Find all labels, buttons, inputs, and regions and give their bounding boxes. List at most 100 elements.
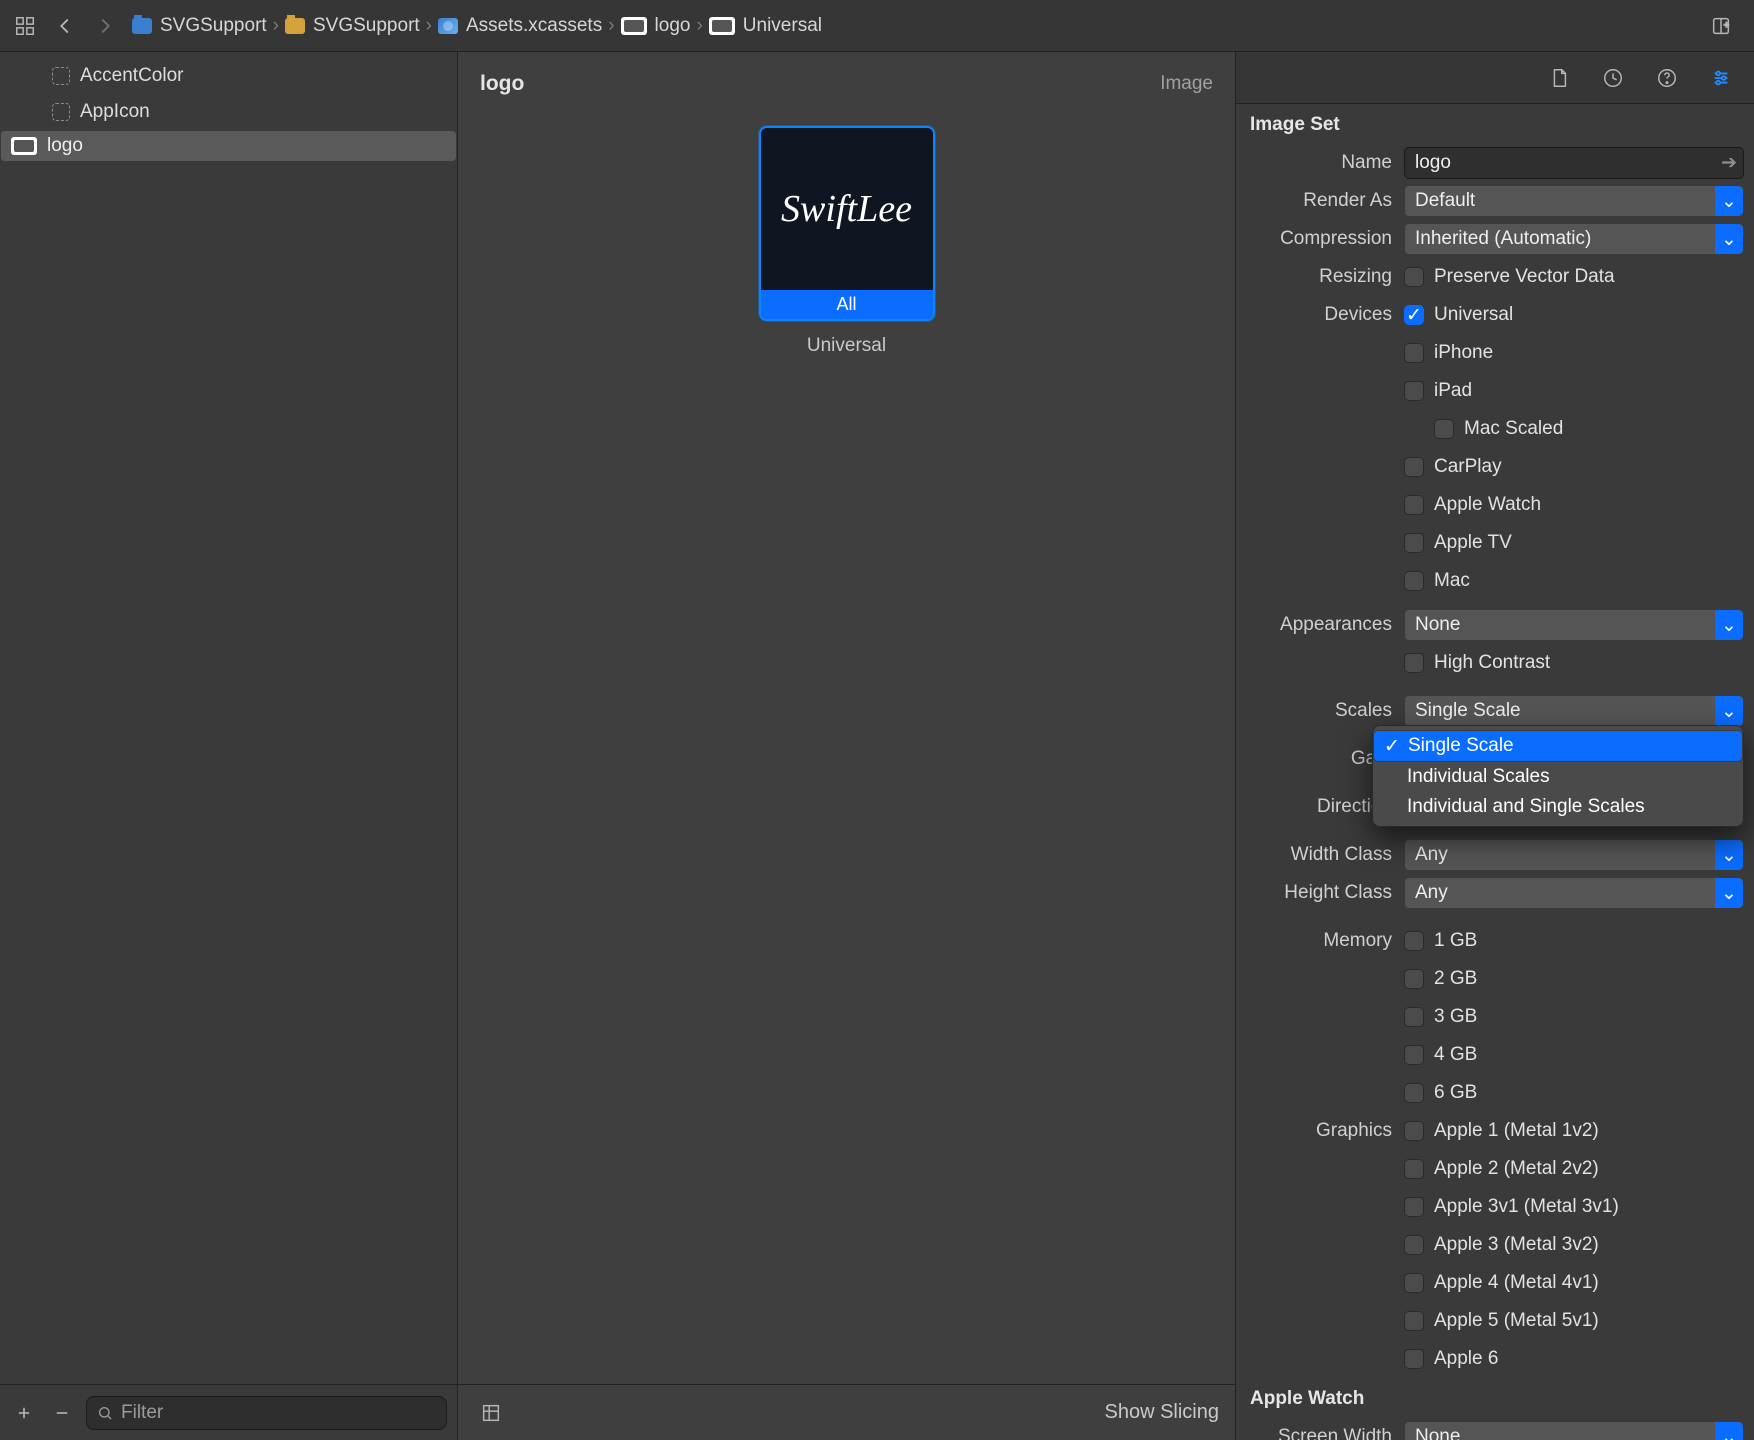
nav-forward-button[interactable] — [88, 9, 122, 43]
scales-option-individual[interactable]: Individual Scales — [1373, 762, 1743, 792]
chevron-down-icon: ⌄ — [1715, 186, 1743, 216]
device-watch-checkbox[interactable] — [1404, 495, 1424, 515]
asset-catalog-icon — [438, 18, 458, 34]
memory-3gb-checkbox[interactable] — [1404, 1007, 1424, 1027]
device-universal-checkbox[interactable]: ✓ — [1404, 305, 1424, 325]
widthclass-label: Width Class — [1236, 844, 1404, 866]
image-well-preview: SwiftLee — [761, 128, 933, 290]
chevron-down-icon: ⌄ — [1715, 696, 1743, 726]
asset-list-sidebar: AccentColor AppIcon logo — [0, 52, 458, 1440]
scales-option-single[interactable]: ✓Single Scale — [1373, 730, 1743, 762]
render-label: Render As — [1236, 190, 1404, 212]
graphics-0-checkbox[interactable] — [1404, 1121, 1424, 1141]
graphics-label: Graphics — [1236, 1120, 1404, 1142]
grid-icon[interactable] — [8, 9, 42, 43]
svg-text:+: + — [1724, 19, 1729, 29]
chevron-right-icon: › — [608, 15, 614, 37]
graphics-4-checkbox[interactable] — [1404, 1273, 1424, 1293]
device-iphone-checkbox[interactable] — [1404, 343, 1424, 363]
screenwidth-select[interactable]: None⌄ — [1404, 1421, 1744, 1440]
crumb-slot[interactable]: Universal — [709, 15, 822, 37]
resizing-label: Resizing — [1236, 266, 1404, 288]
section-applewatch: Apple Watch — [1236, 1378, 1754, 1418]
filter-icon — [97, 1405, 113, 1421]
breadcrumbs: SVGSupport › SVGSupport › Assets.xcasset… — [132, 15, 822, 37]
heightclass-label: Height Class — [1236, 882, 1404, 904]
image-well[interactable]: SwiftLee All — [759, 126, 935, 321]
device-tv-checkbox[interactable] — [1404, 533, 1424, 553]
device-macscaled-checkbox[interactable] — [1434, 419, 1454, 439]
compression-select[interactable]: Inherited (Automatic)⌄ — [1404, 223, 1744, 255]
check-icon: ✓ — [1384, 735, 1400, 758]
widthclass-select[interactable]: Any⌄ — [1404, 839, 1744, 871]
arrow-right-icon: ➔ — [1721, 152, 1737, 175]
graphics-1-checkbox[interactable] — [1404, 1159, 1424, 1179]
heightclass-select[interactable]: Any⌄ — [1404, 877, 1744, 909]
memory-6gb-checkbox[interactable] — [1404, 1083, 1424, 1103]
devices-label: Devices — [1236, 304, 1404, 326]
project-folder-icon — [132, 18, 152, 34]
crumb-assets[interactable]: Assets.xcassets — [438, 15, 602, 37]
appearances-label: Appearances — [1236, 614, 1404, 636]
crumb-imageset[interactable]: logo — [621, 15, 691, 37]
top-toolbar: SVGSupport › SVGSupport › Assets.xcasset… — [0, 0, 1754, 52]
graphics-6-checkbox[interactable] — [1404, 1349, 1424, 1369]
editor-type-label: Image — [1160, 73, 1213, 95]
device-carplay-checkbox[interactable] — [1404, 457, 1424, 477]
slicing-mode-button[interactable] — [474, 1396, 508, 1430]
image-icon — [621, 17, 647, 35]
chevron-down-icon: ⌄ — [1715, 610, 1743, 640]
graphics-2-checkbox[interactable] — [1404, 1197, 1424, 1217]
chevron-right-icon: › — [426, 15, 432, 37]
chevron-right-icon: › — [696, 15, 702, 37]
chevron-down-icon: ⌄ — [1715, 1422, 1743, 1440]
image-well-label: All — [761, 290, 933, 319]
filter-input[interactable]: Filter — [86, 1396, 447, 1430]
color-asset-icon — [52, 67, 70, 85]
scales-option-both[interactable]: Individual and Single Scales — [1373, 792, 1743, 822]
screenwidth-label: Screen Width — [1236, 1426, 1404, 1440]
scales-select[interactable]: Single Scale⌄ — [1404, 695, 1744, 727]
crumb-group[interactable]: SVGSupport — [285, 15, 420, 37]
chevron-down-icon: ⌄ — [1715, 840, 1743, 870]
graphics-5-checkbox[interactable] — [1404, 1311, 1424, 1331]
device-ipad-checkbox[interactable] — [1404, 381, 1424, 401]
group-folder-icon — [285, 18, 305, 34]
memory-2gb-checkbox[interactable] — [1404, 969, 1424, 989]
crumb-project[interactable]: SVGSupport — [132, 15, 267, 37]
history-inspector-tab[interactable] — [1596, 61, 1630, 95]
asset-item-accentcolor[interactable]: AccentColor — [0, 58, 457, 94]
scales-dropdown[interactable]: ✓Single Scale Individual Scales Individu… — [1372, 725, 1744, 827]
compression-label: Compression — [1236, 228, 1404, 250]
nav-back-button[interactable] — [48, 9, 82, 43]
file-inspector-tab[interactable] — [1542, 61, 1576, 95]
show-slicing-button[interactable]: Show Slicing — [1104, 1401, 1219, 1424]
inspector-panel: Image Set Name logo➔ Render As Default⌄ … — [1236, 52, 1754, 1440]
appicon-asset-icon — [52, 103, 70, 121]
chevron-right-icon: › — [273, 15, 279, 37]
chevron-down-icon: ⌄ — [1715, 224, 1743, 254]
help-inspector-tab[interactable] — [1650, 61, 1684, 95]
render-select[interactable]: Default⌄ — [1404, 185, 1744, 217]
image-well-caption: Universal — [759, 335, 935, 357]
device-mac-checkbox[interactable] — [1404, 571, 1424, 591]
resizing-checkbox[interactable] — [1404, 267, 1424, 287]
asset-item-logo[interactable]: logo — [0, 130, 457, 162]
editor-title: logo — [480, 72, 524, 96]
image-icon — [709, 17, 735, 35]
attributes-inspector-tab[interactable] — [1704, 61, 1738, 95]
section-imageset: Image Set — [1236, 104, 1754, 144]
image-asset-icon — [11, 137, 37, 155]
scales-label: Scales — [1236, 700, 1404, 722]
appearances-select[interactable]: None⌄ — [1404, 609, 1744, 641]
graphics-3-checkbox[interactable] — [1404, 1235, 1424, 1255]
asset-item-appicon[interactable]: AppIcon — [0, 94, 457, 130]
highcontrast-checkbox[interactable] — [1404, 653, 1424, 673]
memory-1gb-checkbox[interactable] — [1404, 931, 1424, 951]
asset-editor: logo Image SwiftLee All Universal Show S… — [458, 52, 1236, 1440]
remove-asset-button[interactable] — [48, 1399, 76, 1427]
name-field[interactable]: logo➔ — [1404, 147, 1744, 179]
add-editor-button[interactable]: + — [1704, 9, 1738, 43]
memory-4gb-checkbox[interactable] — [1404, 1045, 1424, 1065]
add-asset-button[interactable] — [10, 1399, 38, 1427]
